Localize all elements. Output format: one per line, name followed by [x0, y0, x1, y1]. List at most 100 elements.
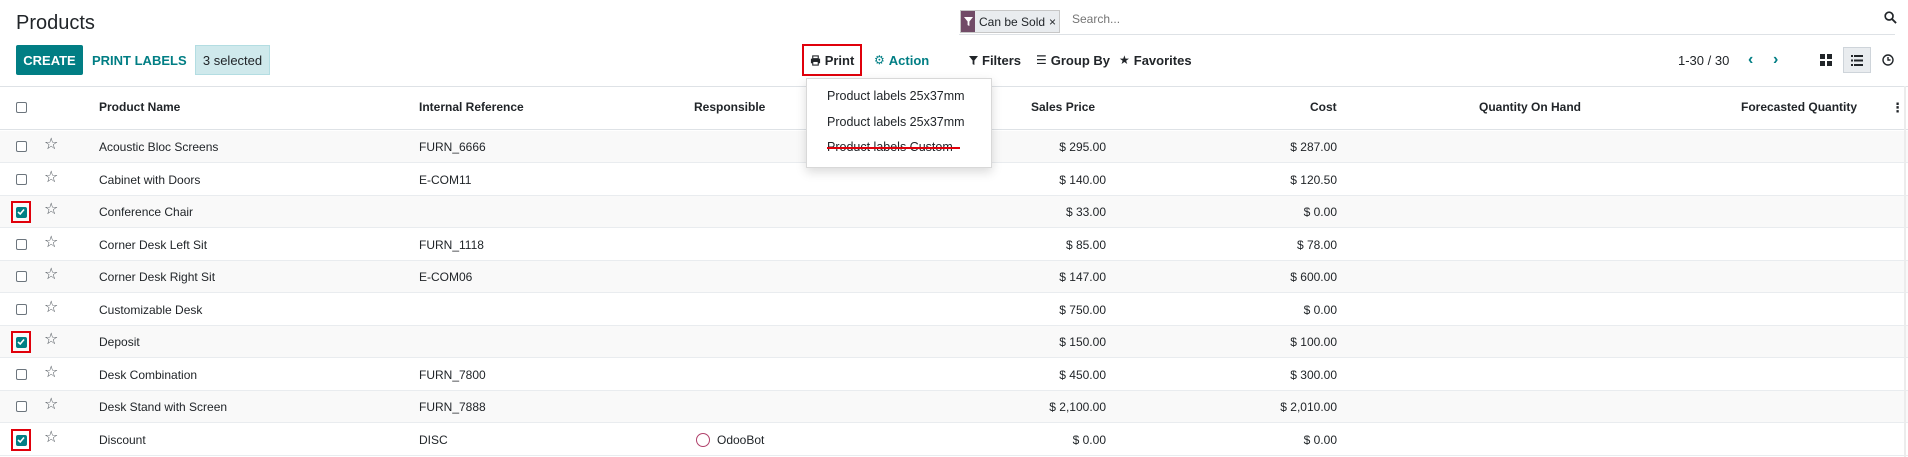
column-header-quantity-on-hand[interactable]: Quantity On Hand — [1479, 100, 1581, 114]
row-checkbox[interactable] — [16, 304, 27, 315]
select-all-checkbox[interactable] — [16, 102, 27, 113]
favorite-star-icon[interactable]: ☆ — [44, 137, 58, 153]
action-button-label: Action — [888, 52, 930, 68]
row-checkbox[interactable] — [16, 369, 27, 380]
favorites-button[interactable]: ★ Favorites — [1119, 45, 1192, 75]
sales-price-cell: $ 150.00 — [1059, 335, 1106, 349]
cost-cell: $ 600.00 — [1290, 270, 1337, 284]
product-name-cell: Acoustic Bloc Screens — [99, 140, 219, 154]
favorite-star-icon[interactable]: ☆ — [44, 267, 58, 283]
row-checkbox[interactable] — [16, 239, 27, 250]
search-icon[interactable] — [1884, 11, 1897, 29]
sales-price-cell: $ 33.00 — [1065, 205, 1106, 219]
row-checkbox[interactable] — [15, 336, 27, 348]
favorite-star-icon[interactable]: ☆ — [44, 170, 58, 186]
sales-price-cell: $ 2,100.00 — [1049, 400, 1106, 414]
selected-count-badge: 3 selected — [195, 45, 270, 75]
table-row[interactable] — [0, 424, 1908, 456]
sales-price-cell: $ 85.00 — [1065, 238, 1106, 252]
create-button[interactable]: CREATE — [16, 45, 83, 75]
gear-icon: ⚙ — [874, 53, 885, 67]
print-dropdown-menu: Product labels 25x37mm Product labels 25… — [806, 78, 992, 168]
product-name-cell: Conference Chair — [99, 205, 194, 219]
internal-reference-cell: DISC — [419, 433, 448, 447]
search-input[interactable] — [1072, 12, 1862, 26]
row-checkbox[interactable] — [16, 174, 27, 185]
column-header-forecasted-quantity[interactable]: Forecasted Quantity — [1741, 100, 1857, 114]
facet-label: Can be Sold — [975, 11, 1050, 32]
column-header-internal-reference[interactable]: Internal Reference — [419, 100, 524, 114]
table-row[interactable] — [0, 261, 1908, 293]
cost-cell: $ 300.00 — [1290, 368, 1337, 382]
print-labels-button[interactable]: PRINT LABELS — [92, 45, 187, 75]
favorites-label: Favorites — [1133, 52, 1192, 68]
table-row[interactable] — [0, 391, 1908, 423]
column-header-responsible[interactable]: Responsible — [694, 100, 765, 114]
row-checkbox[interactable] — [16, 271, 27, 282]
column-header-sales-price[interactable]: Sales Price — [1031, 100, 1095, 114]
favorite-star-icon[interactable]: ☆ — [44, 300, 58, 316]
favorite-star-icon[interactable]: ☆ — [44, 332, 58, 348]
cost-cell: $ 0.00 — [1303, 205, 1337, 219]
facet-remove-icon[interactable]: × — [1049, 11, 1060, 32]
cost-cell: $ 100.00 — [1290, 335, 1337, 349]
internal-reference-cell: FURN_7800 — [419, 368, 486, 382]
table-row[interactable] — [0, 326, 1908, 358]
menu-item-product-labels-25x37mm[interactable]: Product labels 25x37mm — [827, 89, 965, 103]
table-row[interactable] — [0, 294, 1908, 326]
product-name-cell: Deposit — [99, 335, 140, 349]
check-icon — [17, 208, 25, 216]
cost-cell: $ 287.00 — [1290, 140, 1337, 154]
list-view-icon[interactable] — [1843, 47, 1871, 73]
product-name-cell: Cabinet with Doors — [99, 173, 201, 187]
sales-price-cell: $ 147.00 — [1059, 270, 1106, 284]
table-row[interactable] — [0, 196, 1908, 228]
check-icon — [17, 436, 25, 444]
filters-label: Filters — [982, 52, 1022, 68]
internal-reference-cell: E-COM06 — [419, 270, 473, 284]
print-button-label: Print — [824, 52, 855, 68]
favorite-star-icon[interactable]: ☆ — [44, 202, 58, 218]
row-checkbox[interactable] — [16, 401, 27, 412]
product-name-cell: Customizable Desk — [99, 303, 203, 317]
menu-item-product-labels-25x37mm-2[interactable]: Product labels 25x37mm — [827, 115, 965, 129]
scrollbar-track — [1904, 86, 1906, 457]
pager-previous-icon[interactable]: ‹ — [1748, 45, 1753, 75]
pager-value[interactable]: 1-30 / 30 — [1678, 45, 1729, 75]
table-row[interactable] — [0, 359, 1908, 391]
group-by-label: Group By — [1050, 52, 1110, 68]
product-name-cell: Corner Desk Left Sit — [99, 238, 208, 252]
row-checkbox[interactable] — [16, 141, 27, 152]
favorite-star-icon[interactable]: ☆ — [44, 397, 58, 413]
print-button[interactable]: Print — [802, 44, 862, 76]
responsible-cell: OdooBot — [717, 433, 765, 447]
cost-cell: $ 120.50 — [1290, 173, 1337, 187]
table-row[interactable] — [0, 229, 1908, 261]
bars-icon: ☰ — [1036, 53, 1047, 67]
favorite-star-icon[interactable]: ☆ — [44, 235, 58, 251]
row-checkbox[interactable] — [15, 206, 27, 218]
row-checkbox-highlight — [11, 429, 31, 451]
check-icon — [17, 338, 25, 346]
favorite-star-icon[interactable]: ☆ — [44, 430, 58, 446]
cost-cell: $ 0.00 — [1303, 303, 1337, 317]
avatar — [696, 433, 710, 447]
kanban-view-icon[interactable] — [1812, 47, 1840, 73]
internal-reference-cell: E-COM11 — [419, 173, 472, 187]
sales-price-cell: $ 750.00 — [1059, 303, 1106, 317]
action-button[interactable]: ⚙ Action — [874, 45, 929, 75]
filter-icon — [969, 55, 978, 65]
sales-price-cell: $ 450.00 — [1059, 368, 1106, 382]
optional-columns-icon[interactable]: ⋮ — [1891, 100, 1904, 116]
filters-button[interactable]: Filters — [969, 45, 1021, 75]
favorite-star-icon[interactable]: ☆ — [44, 365, 58, 381]
table-row[interactable] — [0, 164, 1908, 196]
activity-view-icon[interactable] — [1874, 47, 1902, 73]
pager-next-icon[interactable]: › — [1773, 45, 1778, 75]
menu-item-highlight-underline — [827, 147, 960, 149]
row-checkbox[interactable] — [15, 434, 27, 446]
column-header-product-name[interactable]: Product Name — [99, 100, 180, 114]
group-by-button[interactable]: ☰ Group By — [1036, 45, 1110, 75]
filter-icon — [961, 11, 975, 32]
column-header-cost[interactable]: Cost — [1310, 100, 1337, 114]
